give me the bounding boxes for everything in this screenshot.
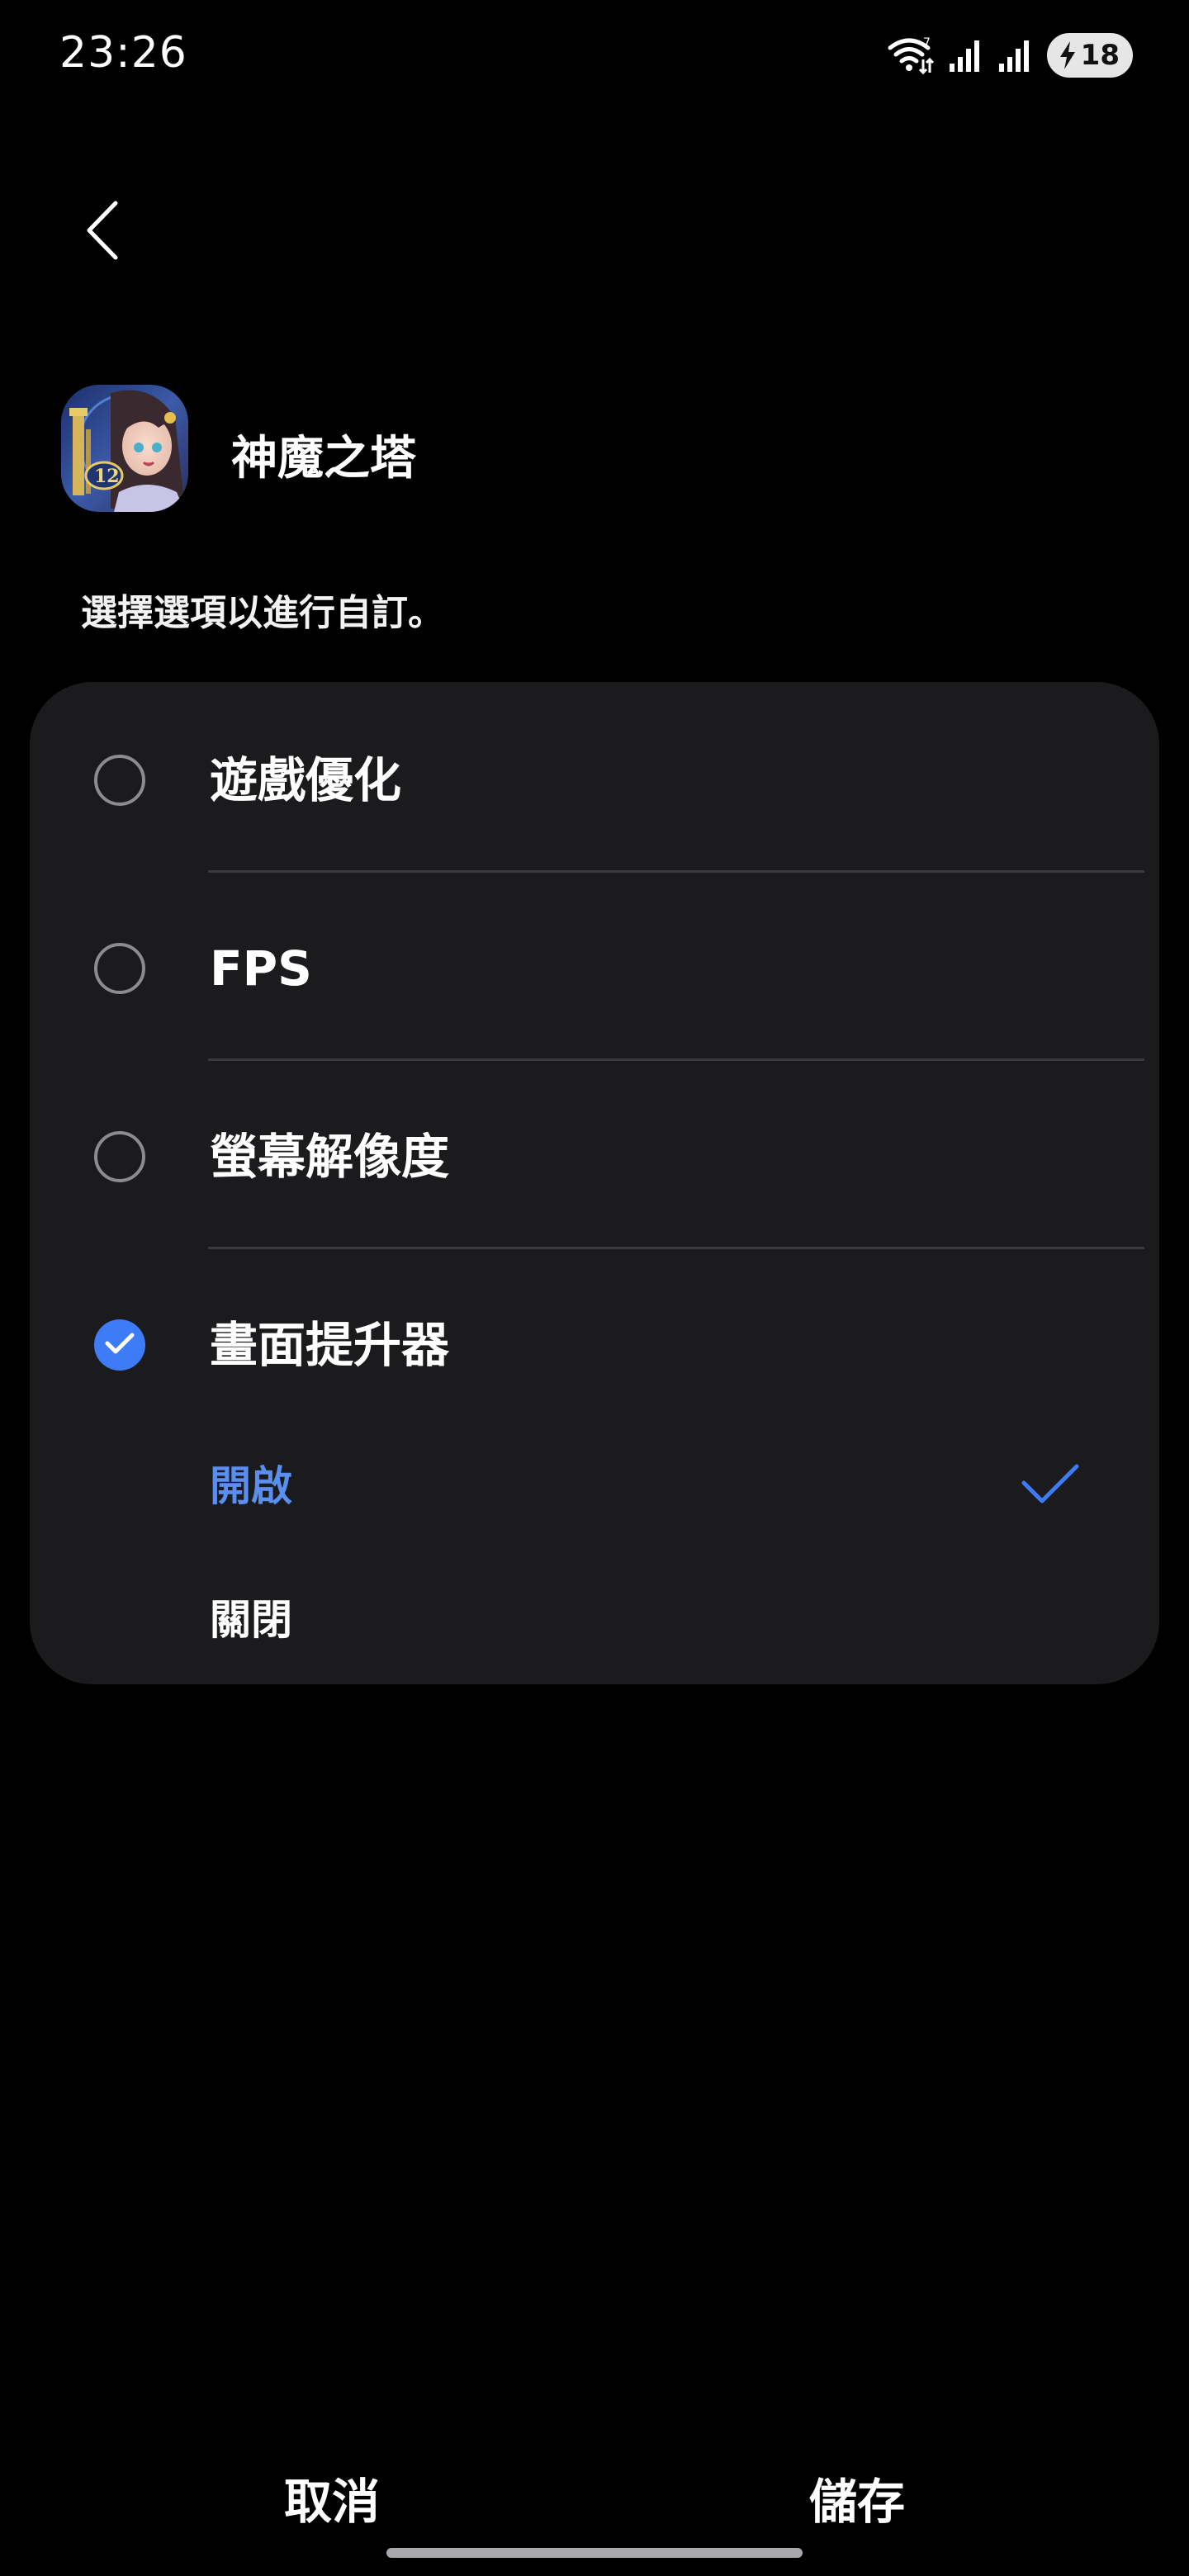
option-fps[interactable]: FPS — [30, 887, 1159, 1052]
save-button[interactable]: 儲存 — [733, 2469, 981, 2535]
radio-button-checked[interactable] — [94, 1319, 145, 1371]
option-label: FPS — [210, 940, 312, 997]
chevron-left-icon — [84, 200, 121, 264]
divider — [208, 870, 1144, 873]
battery-indicator: 18 — [1047, 33, 1133, 78]
checkmark-icon — [104, 1331, 135, 1359]
radio-button[interactable] — [94, 943, 145, 994]
signal-icon-2 — [997, 37, 1034, 73]
sub-option-on[interactable]: 開啟 — [30, 1425, 1159, 1549]
instruction-text: 選擇選項以進行自訂。 — [81, 592, 444, 634]
signal-icon — [948, 37, 984, 73]
divider — [208, 1247, 1144, 1249]
option-label: 畫面提升器 — [210, 1317, 450, 1373]
option-label: 遊戲優化 — [210, 752, 402, 808]
radio-button[interactable] — [94, 755, 145, 806]
wifi-icon: 7 — [887, 35, 935, 76]
sub-option-label: 關閉 — [210, 1596, 292, 1644]
svg-text:12: 12 — [94, 466, 120, 487]
svg-text:7: 7 — [923, 36, 931, 50]
status-icons: 7 18 — [887, 31, 1133, 79]
option-label: 螢幕解像度 — [210, 1129, 450, 1185]
status-time: 23:26 — [59, 28, 187, 78]
back-button[interactable] — [73, 195, 132, 269]
radio-button[interactable] — [94, 1131, 145, 1182]
option-game-optimization[interactable]: 遊戲優化 — [30, 698, 1159, 864]
divider — [208, 1058, 1144, 1061]
app-name: 神魔之塔 — [231, 432, 416, 485]
option-screen-resolution[interactable]: 螢幕解像度 — [30, 1075, 1159, 1240]
app-icon: 12 — [61, 385, 188, 512]
battery-level: 18 — [1080, 39, 1120, 72]
option-frame-enhancer[interactable]: 畫面提升器 — [30, 1263, 1159, 1428]
status-bar: 23:26 7 18 — [0, 0, 1189, 116]
battery-charging-icon — [1059, 41, 1077, 69]
options-card: 遊戲優化 FPS 螢幕解像度 畫面提升器 開啟 關閉 — [30, 682, 1159, 1684]
checkmark-icon — [1021, 1463, 1080, 1509]
sub-option-label: 開啟 — [210, 1462, 292, 1510]
sub-option-off[interactable]: 關閉 — [30, 1559, 1159, 1683]
cancel-button[interactable]: 取消 — [208, 2469, 456, 2535]
home-indicator[interactable] — [386, 2548, 803, 2558]
